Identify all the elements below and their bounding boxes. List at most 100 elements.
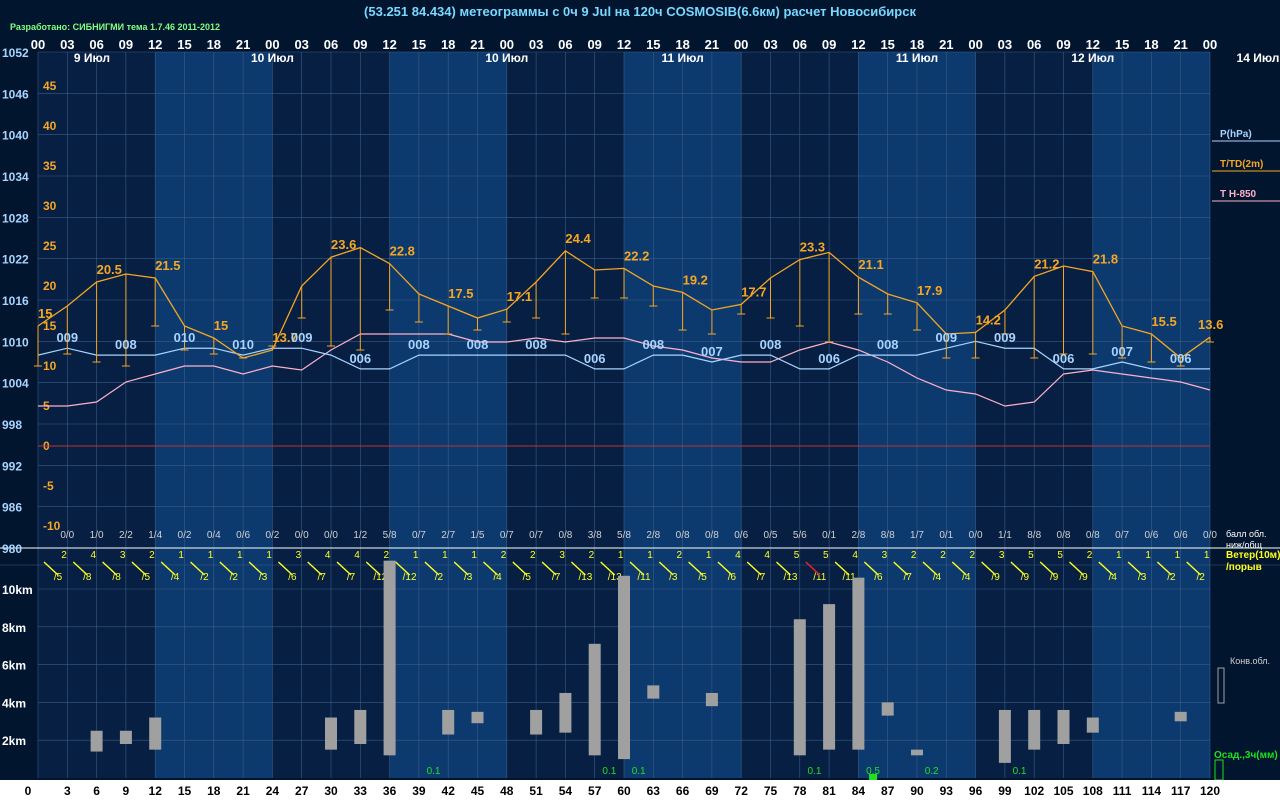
hour-label-bottom: 48 (500, 784, 514, 798)
wind-label: Ветер(10м) (1226, 550, 1280, 561)
wind-speed-value: 5 (823, 550, 829, 561)
cloud-cover-value: 0/7 (500, 530, 514, 541)
pressure-tick: 992 (2, 459, 22, 473)
wind-gust-value: /8 (112, 572, 121, 583)
legend-t850: T H-850 (1220, 189, 1257, 200)
cloud-cover-value: 0/5 (764, 530, 778, 541)
pressure-label: 010 (174, 330, 196, 345)
hour-label-top: 18 (1144, 37, 1158, 52)
day-label: 14 Июл (1237, 51, 1280, 65)
temperature-label: 15 (38, 306, 52, 321)
temperature-label: 17.5 (448, 286, 473, 301)
wind-speed-value: 5 (1057, 550, 1063, 561)
pressure-label: 006 (818, 351, 840, 366)
cloud-cover-value: 0/7 (529, 530, 543, 541)
meteogram-svg: 00 03 06 09 12 15 18 21 00 03 06 09 12 15 18 21 00 03 06 09… (0, 37, 1280, 800)
wind-gust-value: /5 (698, 572, 707, 583)
pressure-label: 008 (115, 337, 137, 352)
hour-label-top: 15 (412, 37, 426, 52)
wind-gust-value: /8 (83, 572, 92, 583)
hour-label-top: 00 (734, 37, 748, 52)
precip-value: 0.1 (632, 766, 646, 777)
wind-gust-value: /5 (54, 572, 63, 583)
conv-cloud-bar (618, 575, 630, 760)
wind-gust-value: /5 (142, 572, 151, 583)
hour-label-bottom: 63 (647, 784, 661, 798)
cloud-cover-value: 1/5 (471, 530, 485, 541)
hour-label-bottom: 15 (178, 784, 192, 798)
conv-cloud-bar (442, 709, 455, 735)
hour-label-top: 15 (880, 37, 894, 52)
temp-tick: -5 (43, 479, 54, 493)
temp-tick: -10 (43, 519, 61, 533)
cloud-cover-value: 0/6 (1174, 530, 1188, 541)
hour-label-top: 18 (441, 37, 455, 52)
hour-label-top: 21 (705, 37, 719, 52)
pressure-tick: 1022 (2, 253, 29, 267)
wind-speed-value: 1 (1175, 550, 1181, 561)
cloud-cover-value: 0/0 (324, 530, 338, 541)
hour-label-top: 12 (148, 37, 162, 52)
wind-speed-value: 5 (1028, 550, 1034, 561)
wind-gust-value: /11 (637, 572, 651, 583)
hour-label-bottom: 9 (123, 784, 130, 798)
wind-speed-value: 1 (1145, 550, 1151, 561)
hour-label-bottom: 93 (940, 784, 954, 798)
conv-cloud-bar (852, 577, 865, 750)
pressure-tick: 980 (2, 542, 22, 556)
wind-gust-value: /3 (259, 572, 268, 583)
cloud-cover-value: 0/8 (676, 530, 690, 541)
conv-cloud-bar (1028, 709, 1041, 750)
wind-gust-value: /13 (784, 572, 798, 583)
hour-label-top: 03 (529, 37, 543, 52)
hour-label-bottom: 27 (295, 784, 309, 798)
wind-gust-value: /3 (1138, 572, 1147, 583)
hour-label-bottom: 102 (1024, 784, 1044, 798)
conv-cloud-bar (119, 730, 132, 744)
conv-cloud-bar (1086, 717, 1099, 733)
cloud-cover-label: балл обл. (1226, 529, 1266, 539)
temperature-label: 22.2 (624, 248, 649, 263)
cloud-cover-value: 0/2 (178, 530, 192, 541)
hour-label-bottom: 114 (1142, 784, 1162, 798)
hour-label-top: 03 (998, 37, 1012, 52)
wind-speed-value: 3 (559, 550, 565, 561)
wind-gust-value: /9 (1079, 572, 1088, 583)
hour-label-bottom: 66 (676, 784, 690, 798)
wind-gust-value: /3 (464, 572, 473, 583)
conv-cloud-bar (1174, 711, 1187, 722)
hour-label-bottom: 24 (266, 784, 280, 798)
cloud-cover-value: 0/2 (265, 530, 279, 541)
wind-gust-value: /4 (493, 572, 502, 583)
hour-label-bottom: 54 (559, 784, 573, 798)
hour-label-bottom: 90 (910, 784, 924, 798)
height-tick: 4km (2, 696, 26, 710)
legend-pressure: P(hPa) (1220, 129, 1252, 140)
day-label: 10 Июл (251, 51, 294, 65)
wind-gust-value: /7 (552, 572, 561, 583)
temperature-label: 23.6 (331, 237, 356, 252)
temperature-label: 21.5 (155, 258, 180, 273)
pressure-label: 006 (1170, 351, 1192, 366)
temp-tick: 30 (43, 199, 57, 213)
wind-speed-value: 4 (325, 550, 331, 561)
cloud-cover-value: 1/1 (998, 530, 1012, 541)
hour-label-bottom: 36 (383, 784, 397, 798)
day-label: 11 Июл (661, 51, 703, 65)
cloud-cover-label: ниж/общ (1226, 540, 1263, 550)
wind-gust-value: /9 (1021, 572, 1030, 583)
wind-speed-value: 2 (61, 550, 67, 561)
pressure-label: 008 (408, 337, 430, 352)
cloud-cover-value: 0/7 (412, 530, 426, 541)
pressure-label: 008 (467, 337, 489, 352)
wind-gust-value: /4 (171, 572, 180, 583)
cloud-cover-value: 2/2 (119, 530, 133, 541)
cloud-cover-value: 8/8 (1027, 530, 1041, 541)
hour-label-bottom: 84 (852, 784, 866, 798)
wind-speed-value: 1 (237, 550, 243, 561)
hour-label-top: 18 (675, 37, 689, 52)
wind-speed-value: 4 (354, 550, 360, 561)
temperature-label: 14.2 (976, 312, 1001, 327)
hour-label-top: 06 (793, 37, 807, 52)
wind-speed-value: 2 (1087, 550, 1093, 561)
